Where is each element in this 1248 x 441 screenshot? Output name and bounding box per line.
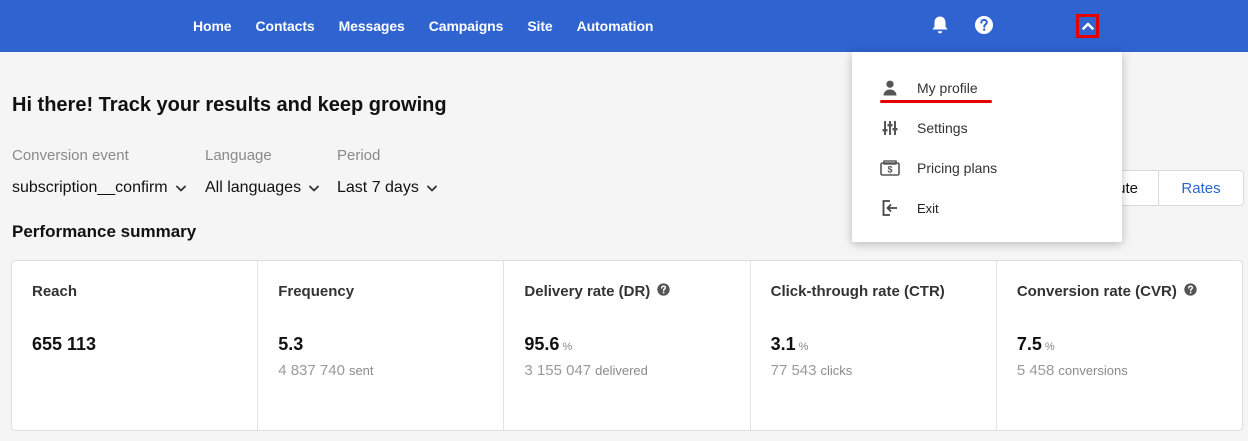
chevron-down-icon — [426, 179, 437, 197]
card-value-number: 95.6 — [524, 334, 560, 354]
card-value-number: 5.3 — [278, 334, 304, 354]
card-value-number: 655 113 — [32, 334, 97, 354]
menu-item-pricing-plans[interactable]: $ Pricing plans — [880, 158, 997, 178]
chevron-up-icon — [1081, 17, 1094, 35]
help-icon[interactable] — [657, 283, 670, 300]
card-reach: Reach 655 113 — [12, 261, 259, 430]
card-title: Reach — [32, 283, 77, 300]
language-value: All languages — [205, 179, 302, 196]
card-value: 655 113 — [32, 334, 96, 355]
card-title: Delivery rate (DR) — [524, 283, 670, 300]
account-menu-toggle[interactable] — [1076, 14, 1099, 38]
card-sub-number: 77 543 — [770, 362, 817, 379]
card-sub-unit: delivered — [595, 363, 648, 378]
card-value-unit: % — [1044, 341, 1055, 353]
card-value: 7.5% — [1017, 334, 1055, 355]
nav-contacts[interactable]: Contacts — [256, 18, 315, 34]
person-icon — [880, 78, 900, 98]
menu-item-label: Exit — [917, 200, 939, 216]
help-icon[interactable] — [1184, 283, 1197, 300]
card-sub-number: 4 837 740 — [278, 362, 345, 379]
chevron-down-icon — [175, 179, 186, 197]
card-value-unit: % — [798, 341, 809, 353]
highlight-underline — [880, 100, 992, 103]
card-sub-unit: clicks — [820, 363, 853, 378]
period-select[interactable]: Last 7 days — [337, 179, 437, 197]
language-select[interactable]: All languages — [205, 179, 319, 197]
card-title-text: Click-through rate (CTR) — [770, 283, 945, 300]
card-value-unit: % — [562, 341, 573, 353]
card-title-text: Reach — [32, 283, 78, 300]
nav-campaigns[interactable]: Campaigns — [429, 18, 504, 34]
card-value: 5.3 — [278, 334, 303, 355]
nav-site[interactable]: Site — [527, 18, 552, 34]
card-title: Frequency — [278, 283, 354, 300]
top-nav-bar: Home Contacts Messages Campaigns Site Au… — [0, 0, 1248, 52]
menu-item-my-profile[interactable]: My profile — [880, 78, 978, 98]
card-title-text: Delivery rate (DR) — [524, 283, 651, 300]
period-value: Last 7 days — [337, 179, 419, 196]
card-title: Click-through rate (CTR) — [771, 283, 945, 300]
card-title-text: Frequency — [278, 283, 355, 300]
card-frequency: Frequency 5.3 4 837 740 sent — [258, 261, 505, 430]
language-label: Language — [205, 147, 272, 164]
card-delivery-rate: Delivery rate (DR) 95.6% 3 155 047 delive… — [504, 261, 751, 430]
svg-text:$: $ — [887, 165, 892, 175]
menu-item-label: My profile — [917, 80, 978, 96]
card-sub-number: 3 155 047 — [524, 362, 592, 379]
card-title-text: Conversion rate (CVR) — [1016, 283, 1177, 300]
card-cvr: Conversion rate (CVR) 7.5% 5 458 conversi… — [997, 261, 1242, 430]
card-sub-value: 4 837 740 sent — [278, 362, 373, 379]
card-sub-value: 3 155 047 delivered — [524, 362, 648, 379]
menu-item-settings[interactable]: Settings — [880, 118, 968, 138]
performance-cards: Reach 655 113 Frequency 5.3 4 837 740 sen… — [11, 260, 1243, 431]
chevron-down-icon — [309, 179, 319, 197]
section-title: Performance summary — [12, 222, 197, 241]
nav-messages[interactable]: Messages — [339, 18, 405, 34]
card-sub-number: 5 458 — [1016, 362, 1055, 379]
period-label: Period — [337, 147, 381, 164]
menu-item-label: Pricing plans — [917, 160, 998, 176]
pricing-icon: $ — [880, 158, 900, 178]
help-icon[interactable] — [973, 14, 995, 36]
card-sub-value: 5 458 conversions — [1017, 362, 1128, 379]
card-sub-value: 77 543 clicks — [771, 362, 853, 379]
card-value: 3.1% — [771, 334, 809, 355]
card-sub-unit: conversions — [1058, 363, 1128, 378]
card-value-number: 7.5 — [1016, 334, 1042, 354]
card-value-number: 3.1 — [770, 334, 796, 354]
exit-icon — [880, 198, 900, 218]
nav-home[interactable]: Home — [193, 18, 232, 34]
card-value: 95.6% — [524, 334, 572, 355]
nav-automation[interactable]: Automation — [577, 18, 654, 34]
card-ctr: Click-through rate (CTR) 3.1% 77 543 clic… — [751, 261, 997, 430]
page-title: Hi there! Track your results and keep gr… — [12, 94, 447, 116]
card-title: Conversion rate (CVR) — [1017, 283, 1197, 300]
tab-rates[interactable]: Rates — [1159, 171, 1243, 205]
card-sub-unit: sent — [348, 363, 374, 378]
account-dropdown-menu: My profile Settings $ Pricing plans Exit — [852, 52, 1122, 242]
conversion-event-select[interactable]: subscription__confirm — [12, 179, 186, 197]
conversion-event-label: Conversion event — [12, 147, 129, 164]
menu-item-exit[interactable]: Exit — [880, 198, 939, 218]
conversion-event-value: subscription__confirm — [12, 179, 168, 196]
bell-icon[interactable] — [929, 14, 951, 36]
main-nav: Home Contacts Messages Campaigns Site Au… — [193, 0, 677, 52]
sliders-icon — [880, 118, 900, 138]
menu-item-label: Settings — [917, 120, 968, 136]
